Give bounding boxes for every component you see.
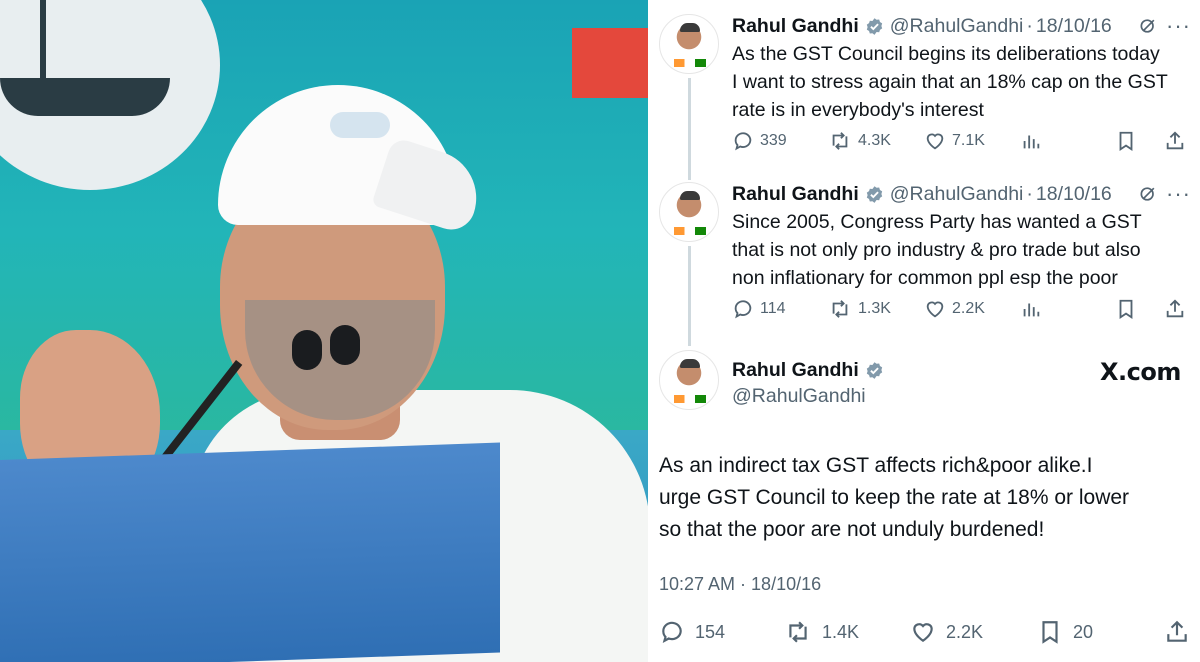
tweet-date[interactable]: 18/10/16 [1036, 182, 1112, 206]
bookmark-icon [1119, 299, 1133, 319]
views-button[interactable] [1020, 298, 1042, 320]
main-tweet-header: Rahul Gandhi [732, 358, 890, 382]
like-count: 7.1K [952, 132, 985, 149]
verified-icon [865, 17, 884, 36]
share-icon [1167, 620, 1187, 642]
tweet-thread-panel: Rahul Gandhi @RahulGandhi · 18/10/16 ···… [648, 0, 1200, 662]
podium [0, 442, 500, 662]
x-com-watermark: X.com [1100, 358, 1181, 386]
microphone-right [330, 325, 360, 365]
separator-dot: · [1026, 183, 1033, 205]
reply-count: 114 [760, 300, 786, 317]
author-name[interactable]: Rahul Gandhi [732, 14, 859, 38]
tweet-date[interactable]: 18/10/16 [1036, 14, 1112, 38]
main-tweet-handle-row: @RahulGandhi [732, 384, 866, 408]
tweet-text: As the GST Council begins its deliberati… [732, 43, 1168, 121]
repost-button[interactable]: 1.4K [784, 619, 859, 645]
main-tweet-text: As an indirect tax GST affects rich&poor… [659, 454, 1130, 541]
like-count: 2.2K [952, 300, 985, 317]
reply-count: 339 [760, 132, 787, 149]
banner-boat-mast [40, 0, 46, 80]
reply-button[interactable]: 339 [732, 130, 787, 152]
views-icon [1023, 303, 1040, 317]
verified-icon [865, 361, 884, 380]
tweet-header: Rahul Gandhi @RahulGandhi · 18/10/16 [732, 182, 1112, 206]
reply-count: 154 [695, 621, 726, 642]
share-icon [1166, 299, 1184, 318]
author-handle[interactable]: @RahulGandhi [890, 14, 1024, 38]
tweet-header: Rahul Gandhi @RahulGandhi · 18/10/16 [732, 14, 1112, 38]
grok-icon[interactable] [1138, 184, 1158, 204]
reply-button[interactable]: 114 [732, 298, 786, 320]
repost-button[interactable]: 4.3K [828, 130, 891, 152]
repost-icon [832, 132, 848, 150]
reply-icon [734, 300, 752, 319]
reply-button[interactable]: 154 [659, 619, 725, 645]
views-icon [1023, 135, 1040, 149]
bookmark-button[interactable]: 20 [1037, 619, 1093, 645]
bookmark-button[interactable] [1115, 298, 1137, 320]
like-icon [913, 623, 933, 642]
repost-count: 1.3K [858, 300, 891, 317]
bookmark-icon [1119, 131, 1133, 151]
grok-icon[interactable] [1138, 16, 1158, 36]
like-count: 2.2K [946, 621, 984, 642]
author-name[interactable]: Rahul Gandhi [732, 182, 859, 206]
like-button[interactable]: 2.2K [924, 298, 985, 320]
avatar[interactable] [659, 182, 719, 242]
microphone-left [292, 330, 322, 370]
speaker-photo [0, 0, 648, 662]
more-icon[interactable]: ··· [1166, 183, 1191, 205]
avatar[interactable] [659, 350, 719, 410]
cap-logo [330, 112, 390, 138]
tweet-text: Since 2005, Congress Party has wanted a … [732, 211, 1142, 289]
separator-dot: · [1026, 15, 1033, 37]
like-icon [926, 133, 944, 150]
avatar[interactable] [659, 14, 719, 74]
repost-count: 1.4K [822, 621, 860, 642]
views-button[interactable] [1020, 130, 1042, 152]
repost-count: 4.3K [858, 132, 891, 149]
repost-icon [789, 621, 807, 643]
like-icon [926, 301, 944, 318]
like-button[interactable]: 2.2K [910, 619, 983, 645]
share-icon [1166, 131, 1184, 150]
share-button[interactable] [1164, 298, 1186, 320]
repost-button[interactable]: 1.3K [828, 298, 891, 320]
reply-icon [734, 132, 752, 151]
like-button[interactable]: 7.1K [924, 130, 985, 152]
banner-boat [0, 78, 170, 116]
thread-line [688, 246, 691, 346]
bookmark-count: 20 [1073, 621, 1094, 642]
reply-icon [662, 621, 682, 644]
author-name[interactable]: Rahul Gandhi [732, 358, 859, 382]
share-button[interactable] [1164, 130, 1186, 152]
banner-red-strip [572, 28, 648, 98]
repost-icon [832, 300, 848, 318]
verified-icon [865, 185, 884, 204]
author-handle[interactable]: @RahulGandhi [732, 384, 866, 408]
main-tweet-timestamp[interactable]: 10:27 AM · 18/10/16 [659, 572, 821, 596]
share-button[interactable] [1164, 619, 1190, 645]
bookmark-button[interactable] [1115, 130, 1137, 152]
author-handle[interactable]: @RahulGandhi [890, 182, 1024, 206]
bookmark-icon [1042, 621, 1058, 644]
thread-line [688, 78, 691, 180]
more-icon[interactable]: ··· [1166, 15, 1191, 37]
